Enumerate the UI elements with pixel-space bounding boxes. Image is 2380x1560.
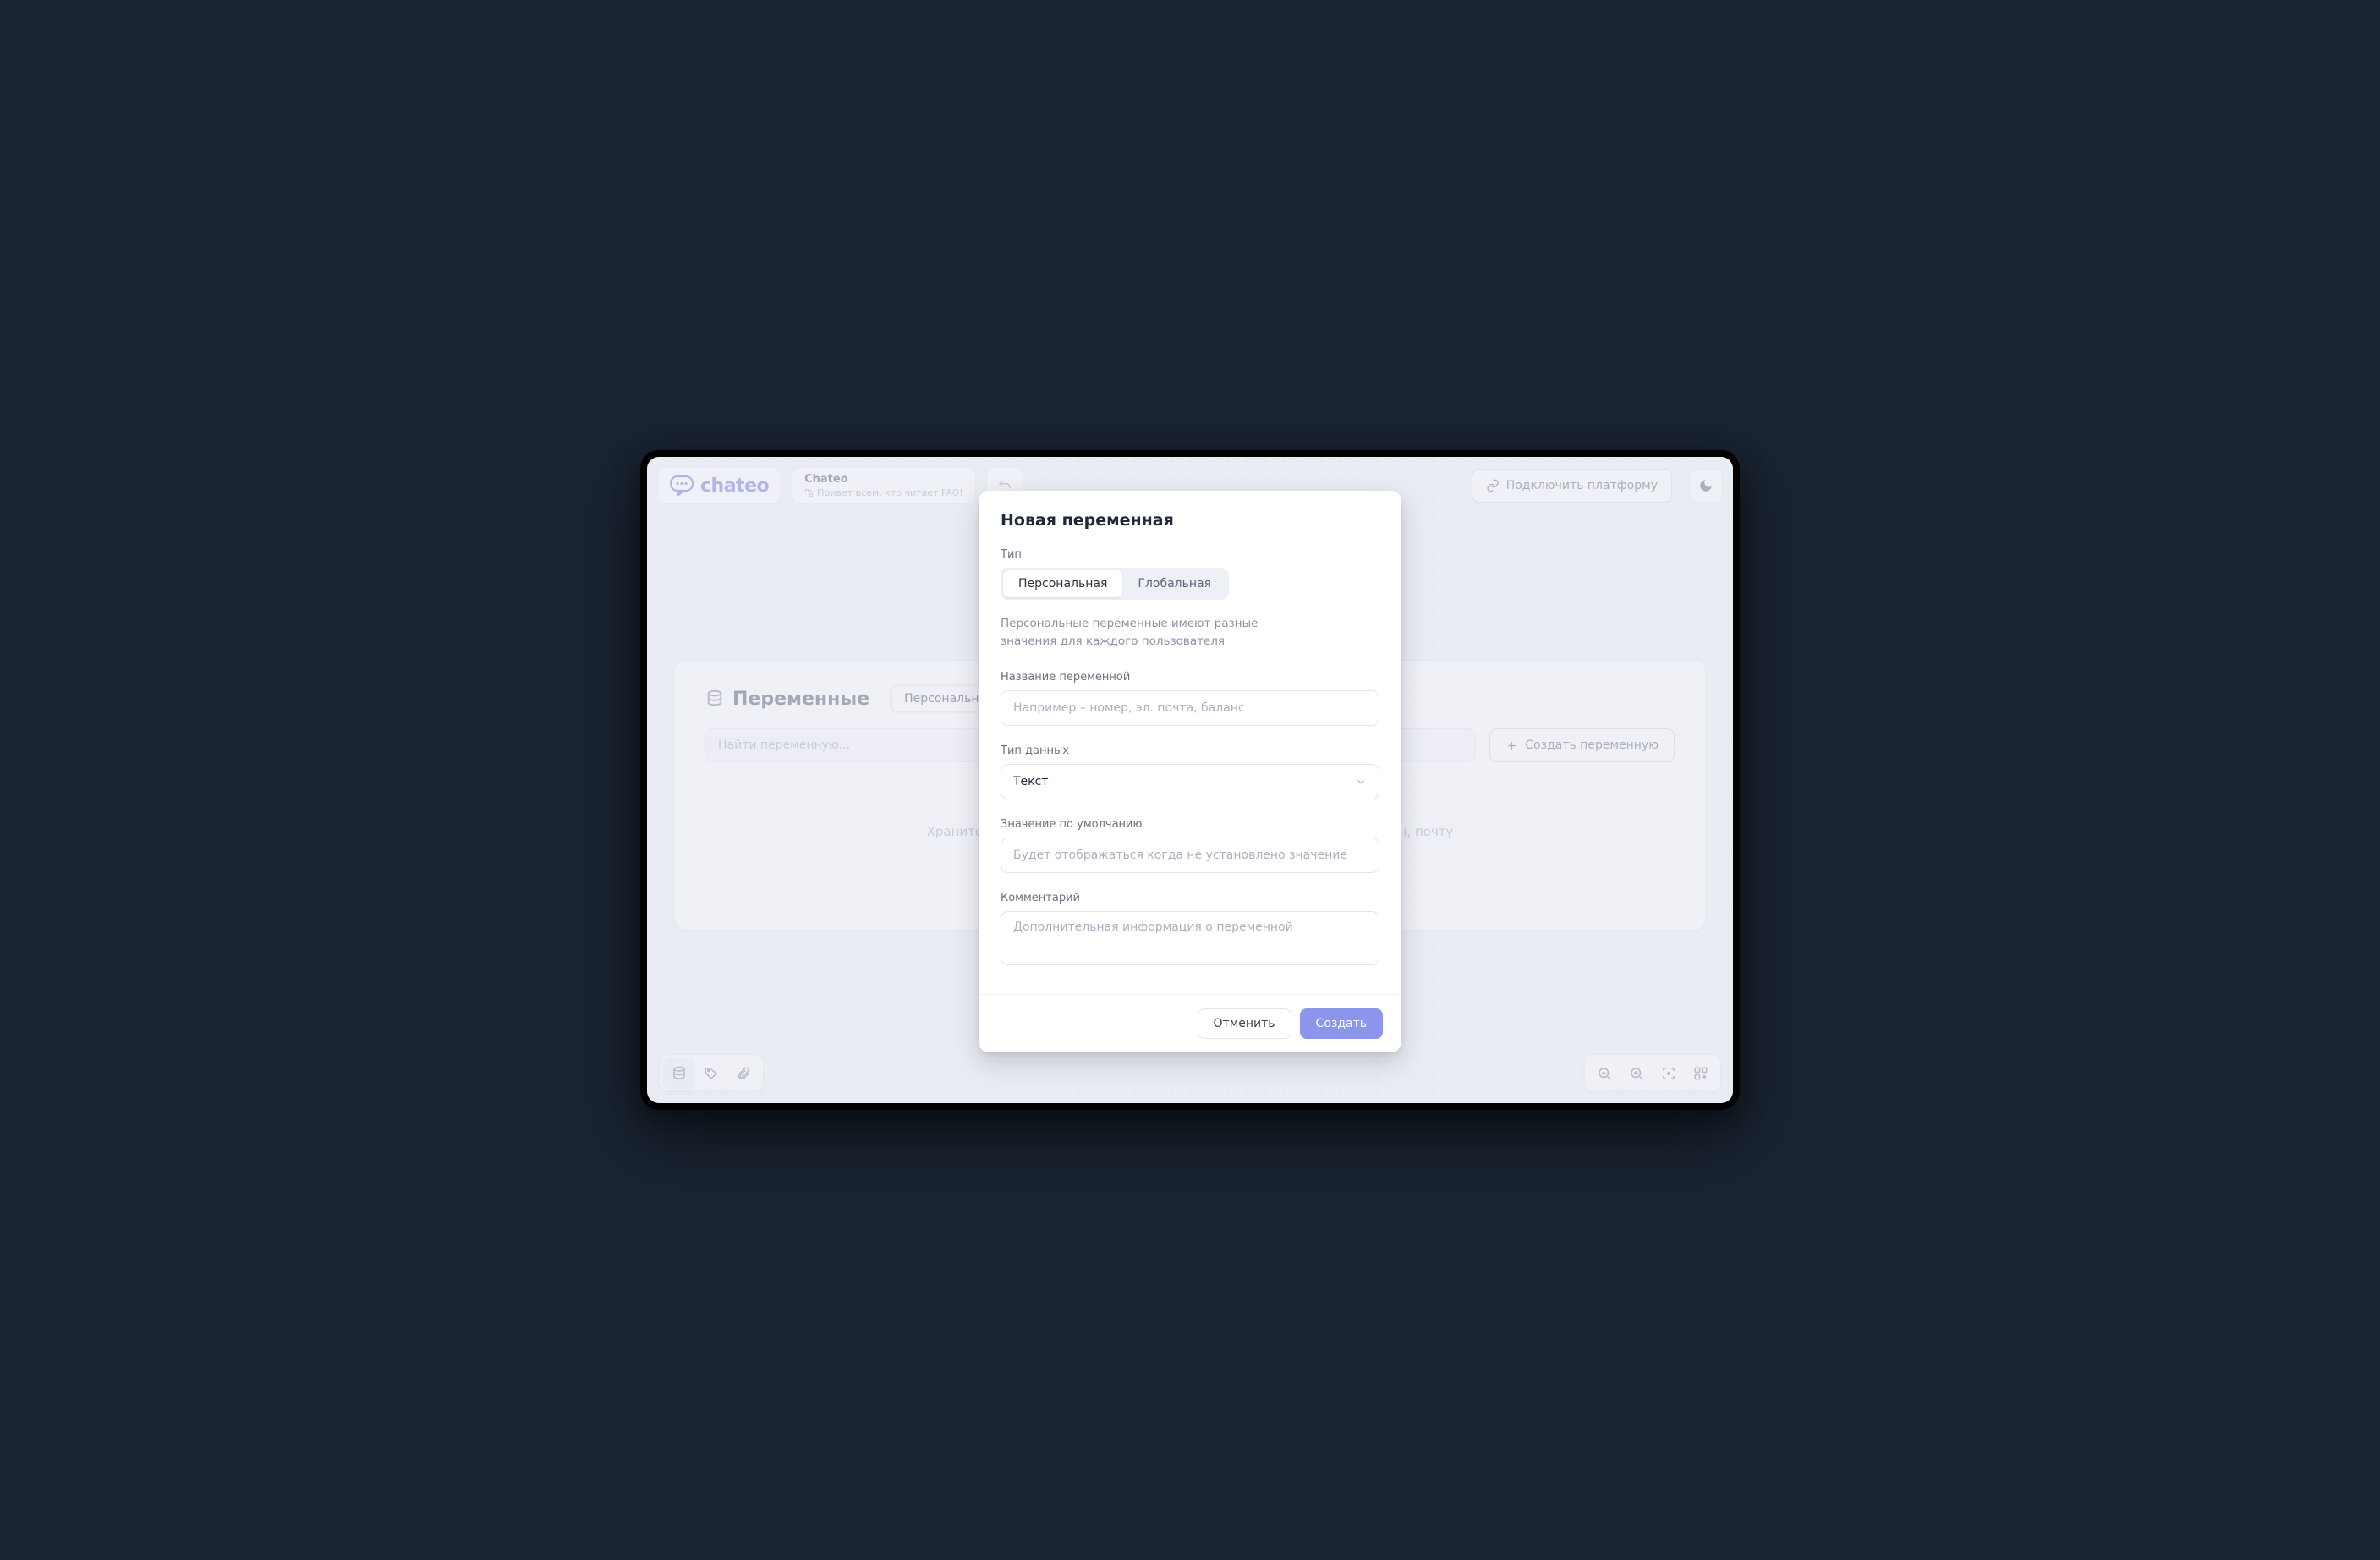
create-button[interactable]: Создать [1300, 1008, 1383, 1039]
new-variable-modal: Новая переменная Тип Персональная Глобал… [979, 491, 1401, 1052]
comment-label: Комментарий [1001, 892, 1379, 904]
comment-input[interactable] [1001, 911, 1379, 965]
type-option-personal[interactable]: Персональная [1003, 570, 1122, 597]
datatype-value: Текст [1013, 775, 1048, 788]
modal-footer: Отменить Создать [979, 994, 1401, 1052]
modal-title: Новая переменная [1001, 511, 1379, 530]
type-option-global[interactable]: Глобальная [1122, 570, 1226, 597]
type-description: Персональные переменные имеют разные зна… [1001, 615, 1271, 651]
cancel-button[interactable]: Отменить [1198, 1008, 1291, 1039]
default-value-label: Значение по умолчанию [1001, 818, 1379, 831]
default-value-input[interactable] [1001, 838, 1379, 873]
type-label: Тип [1001, 548, 1379, 561]
name-label: Название переменной [1001, 671, 1379, 684]
type-segmented: Персональная Глобальная [1001, 568, 1229, 600]
datatype-select[interactable]: Текст [1001, 764, 1379, 799]
app-screen: chateo Chateo Привет всем, кто читает FA… [647, 457, 1733, 1103]
chevron-down-icon [1355, 776, 1367, 788]
variable-name-input[interactable] [1001, 690, 1379, 726]
device-frame: chateo Chateo Привет всем, кто читает FA… [640, 450, 1740, 1110]
datatype-label: Тип данных [1001, 744, 1379, 757]
modal-backdrop[interactable]: Новая переменная Тип Персональная Глобал… [647, 457, 1733, 1103]
